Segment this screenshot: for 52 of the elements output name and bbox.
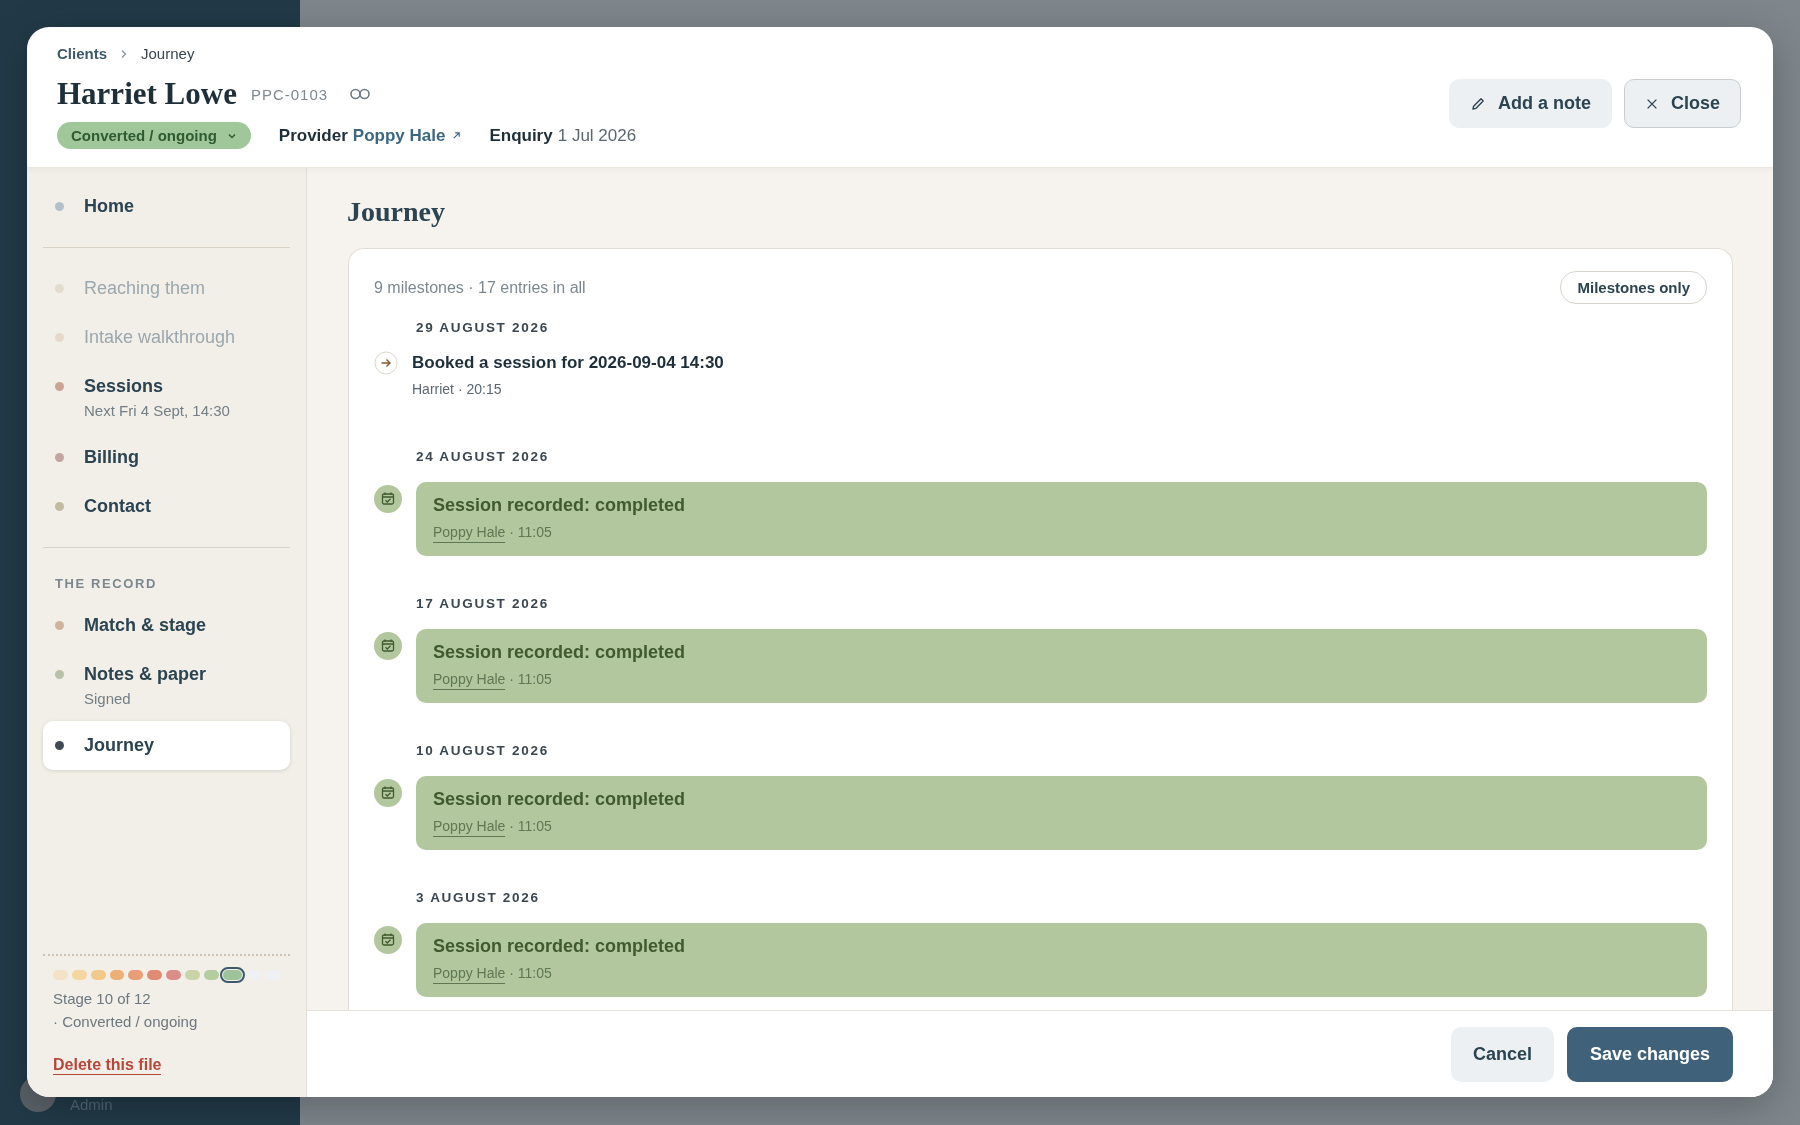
date-heading: 17 AUGUST 2026 [416,596,550,611]
enquiry-label: Enquiry [489,125,553,146]
arrow-right-icon [374,351,398,375]
filter-toggle[interactable]: Milestones only [1560,271,1707,304]
date-heading: 24 AUGUST 2026 [416,449,550,464]
external-arrow-icon [452,131,462,140]
date-heading: 29 AUGUST 2026 [416,320,550,335]
section-heading: THE RECORD [54,575,158,593]
cancel-button[interactable]: Cancel [1450,1026,1554,1082]
breadcrumb-current: Journey [141,45,195,62]
pencil-icon [1469,95,1486,112]
entry-title: Booked a session for 2026-09-04 14:30 [412,353,724,373]
client-name: Harriet Lowe [57,76,237,112]
calendar-check-icon [374,926,402,954]
nav-item[interactable]: Home [43,182,290,231]
stage-label: Stage 10 of 12 [53,990,152,1007]
stage-status: · Converted / ongoing [53,1013,199,1030]
entry-time: · 11:05 [509,818,552,834]
section-title: Journey [347,196,446,228]
add-note-button[interactable]: Add a note [1448,79,1612,128]
entry-title: Session recorded: completed [433,789,687,810]
nav-item[interactable]: Match & stage [43,601,290,650]
chevron-right-icon [119,48,129,59]
calendar-check-icon [374,485,402,513]
calendar-check-icon [374,632,402,660]
entry-time: · 20:15 [457,381,502,397]
entry-title: Session recorded: completed [433,495,687,516]
calendar-check-icon [374,779,402,807]
date-heading: 10 AUGUST 2026 [416,743,550,758]
entry-time: · 11:05 [509,671,552,687]
provider-label: Provider [278,125,348,146]
nav-item[interactable]: Sessions Next Fri 4 Sept, 14:30 [43,362,290,433]
status-dropdown[interactable]: Converted / ongoing [57,122,251,149]
entry-time: · 11:05 [509,965,552,981]
client-code: PPC-0103 [250,85,329,103]
entry-author: Harriet [412,381,454,397]
nav-item[interactable]: Billing [43,433,290,482]
entry-title: Session recorded: completed [433,936,687,957]
enquiry-date: 1 Jul 2026 [557,125,637,146]
delete-link[interactable]: Delete this file [53,1056,162,1075]
entry-time: · 11:05 [509,524,552,540]
nav-item[interactable]: Notes & paper Signed [43,650,290,721]
save-button[interactable]: Save changes [1566,1026,1733,1082]
breadcrumb-link[interactable]: Clients [57,45,107,62]
nav-item[interactable]: Journey [43,721,290,770]
date-heading: 3 AUGUST 2026 [416,890,541,905]
nav-item[interactable]: Contact [43,482,290,531]
summary-text: 9 milestones · 17 entries in all [374,278,586,297]
link-icon[interactable] [350,88,371,100]
entry-title: Session recorded: completed [433,642,687,663]
close-button[interactable]: Close [1623,79,1741,128]
provider-link[interactable]: Poppy Hale [352,125,462,146]
